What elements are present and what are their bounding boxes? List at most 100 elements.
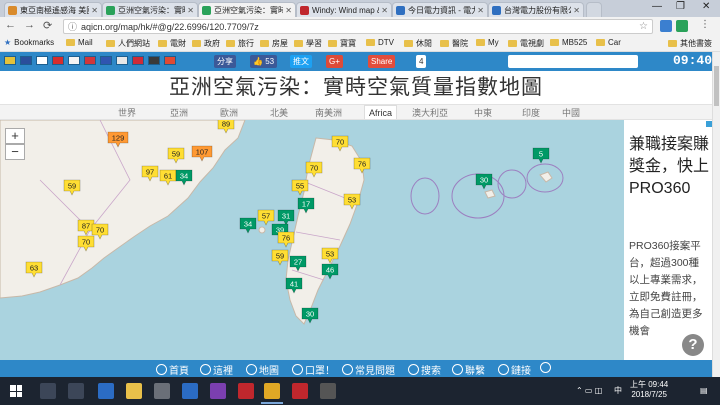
- flag-icon[interactable]: [84, 56, 96, 65]
- map-canvas[interactable]: 8912959 10797 61 345987 70706334707670551757…: [0, 120, 624, 360]
- flag-icon[interactable]: [4, 56, 16, 65]
- store-icon[interactable]: [154, 383, 170, 399]
- bookmark-item[interactable]: 旅行: [226, 38, 254, 49]
- chrome-icon[interactable]: [264, 383, 280, 399]
- flag-icon[interactable]: [116, 56, 128, 65]
- bookmark-item[interactable]: DTV: [366, 38, 394, 47]
- nav-here[interactable]: 這裡: [200, 362, 233, 377]
- region-tab[interactable]: 北美: [270, 106, 288, 119]
- bookmark-star-icon[interactable]: ☆: [639, 21, 648, 32]
- bookmark-item[interactable]: 學習: [294, 38, 322, 49]
- aqi-station-marker[interactable]: 57: [257, 209, 275, 226]
- help-icon[interactable]: ?: [682, 334, 704, 356]
- region-tab[interactable]: 澳大利亞: [412, 106, 448, 119]
- nav-faq[interactable]: 常見問題: [342, 362, 395, 377]
- advertisement[interactable]: 兼職接案賺獎金，快上PRO360 PRO360接案平台，超過300種以上專業需求…: [624, 120, 712, 360]
- flag-icon[interactable]: [52, 56, 64, 65]
- flag-icon[interactable]: [20, 56, 32, 65]
- browser-tab-3[interactable]: Windy: Wind map & ✕: [296, 2, 392, 17]
- nav-home[interactable]: 首頁: [156, 362, 189, 377]
- bookmark-item[interactable]: MB525: [550, 38, 587, 47]
- menu-icon[interactable]: ⋮: [700, 19, 710, 30]
- flag-icon[interactable]: [132, 56, 144, 65]
- nav-map[interactable]: 地圖: [246, 362, 279, 377]
- browser-tab-0[interactable]: 東亞南極遙感海 美國 ✕: [4, 2, 102, 17]
- site-search-input[interactable]: [508, 55, 638, 68]
- browser-tab-5[interactable]: 台灣電力股份有限公 ✕: [488, 2, 584, 17]
- flag-icon[interactable]: [100, 56, 112, 65]
- region-tab[interactable]: 中東: [474, 106, 492, 119]
- url-field[interactable]: ⓘ aqicn.org/map/hk/#@g/22.6996/120.7709/…: [63, 19, 653, 34]
- bookmark-item[interactable]: 電視劇: [508, 38, 544, 49]
- close-window-icon[interactable]: ✕: [702, 1, 710, 12]
- bookmark-item[interactable]: 醫院: [440, 38, 468, 49]
- bookmark-item[interactable]: My: [476, 38, 499, 47]
- nav-settings[interactable]: [540, 362, 553, 373]
- bookmark-item[interactable]: 寶寶: [328, 38, 356, 49]
- nav-links[interactable]: 鏈接: [498, 362, 531, 377]
- region-tab[interactable]: 印度: [522, 106, 540, 119]
- scroll-thumb[interactable]: [714, 66, 719, 106]
- explorer-icon[interactable]: [126, 383, 142, 399]
- app-icon[interactable]: [238, 383, 254, 399]
- zoom-out-button[interactable]: −: [5, 144, 25, 160]
- bookmark-item[interactable]: ★ Bookmarks: [4, 38, 54, 47]
- region-tab[interactable]: 世界: [118, 106, 136, 119]
- flag-icon[interactable]: [36, 56, 48, 65]
- like-button[interactable]: 👍 53: [250, 55, 278, 68]
- region-tab[interactable]: 亞洲: [170, 106, 188, 119]
- tweet-button[interactable]: 推文: [290, 55, 312, 68]
- tray-icons[interactable]: ⌃ ▭ ◫: [576, 386, 602, 396]
- minimize-icon[interactable]: —: [652, 1, 662, 12]
- mail-icon[interactable]: [182, 383, 198, 399]
- flag-icon[interactable]: [164, 56, 176, 65]
- browser-tab-1[interactable]: 亞洲空氣污染：實時 ✕: [102, 2, 198, 17]
- bookmark-item[interactable]: Car: [596, 38, 621, 47]
- start-icon[interactable]: [10, 385, 22, 397]
- share-button[interactable]: Share: [368, 55, 396, 68]
- browser-tab-2[interactable]: 亞洲空氣污染：實時 ✕: [198, 2, 296, 17]
- tab-close-icon[interactable]: ✕: [477, 6, 484, 15]
- region-tab[interactable]: 中國: [562, 106, 580, 119]
- bookmark-item[interactable]: 休閒: [404, 38, 432, 49]
- notification-icon[interactable]: ▤: [700, 386, 708, 396]
- nav-mask[interactable]: 口罩！: [292, 362, 335, 377]
- tab-close-icon[interactable]: ✕: [91, 6, 98, 15]
- browser-tab-4[interactable]: 今日電力資訊 - 電力 ✕: [392, 2, 488, 17]
- region-tab[interactable]: 歐洲: [220, 106, 238, 119]
- back-icon[interactable]: ←: [5, 19, 16, 31]
- aqi-station-marker[interactable]: 5: [532, 147, 550, 164]
- tab-close-icon[interactable]: ✕: [187, 6, 194, 15]
- region-tab[interactable]: 南美洲: [315, 106, 342, 119]
- task-view-icon[interactable]: [68, 383, 84, 399]
- extension-icon[interactable]: [660, 20, 672, 32]
- new-tab-button[interactable]: [586, 2, 602, 17]
- reload-icon[interactable]: ⟳: [43, 19, 52, 32]
- forward-icon[interactable]: →: [24, 19, 35, 31]
- aqi-station-marker[interactable]: 31: [277, 209, 295, 226]
- page-scrollbar[interactable]: [712, 52, 720, 377]
- tab-close-icon[interactable]: ✕: [285, 6, 292, 15]
- edge-icon[interactable]: [98, 383, 114, 399]
- app-icon[interactable]: [292, 383, 308, 399]
- ad-headline[interactable]: 兼職接案賺獎金，快上PRO360: [629, 134, 709, 200]
- google-plus-button[interactable]: G+: [326, 55, 343, 68]
- other-bookmarks[interactable]: 其他書簽: [668, 38, 712, 49]
- tray-clock[interactable]: 上午 09:44 2018/7/25: [630, 380, 668, 400]
- nav-contact[interactable]: 聯繫: [452, 362, 485, 377]
- aqi-station-marker[interactable]: 59: [271, 249, 289, 266]
- flag-icon[interactable]: [148, 56, 160, 65]
- aqi-map[interactable]: 89 129 59 107 97 61 34 59 87 70 70 63 34 70 76 70 55 17 57…: [0, 120, 624, 360]
- nav-search[interactable]: 搜索: [408, 362, 441, 377]
- ime-indicator[interactable]: 中: [614, 386, 622, 396]
- maximize-icon[interactable]: ❐: [676, 1, 685, 12]
- bookmark-item[interactable]: 人們網站: [106, 38, 150, 49]
- region-tab[interactable]: Africa: [364, 105, 398, 119]
- aqi-station-marker[interactable]: 34: [239, 217, 257, 234]
- zoom-in-button[interactable]: +: [5, 128, 25, 144]
- bookmark-item[interactable]: 房屋: [260, 38, 288, 49]
- flag-icon[interactable]: [68, 56, 80, 65]
- search-icon[interactable]: [40, 383, 56, 399]
- facebook-share-button[interactable]: 分享: [214, 55, 236, 68]
- media-icon[interactable]: [210, 383, 226, 399]
